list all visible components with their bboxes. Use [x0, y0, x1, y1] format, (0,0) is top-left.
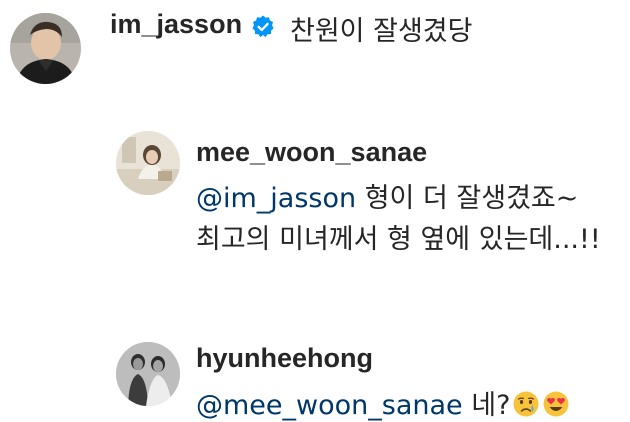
reply2-text: 네?	[462, 390, 511, 421]
reply2-username[interactable]: hyunheehong	[196, 343, 373, 374]
sad-tear-emoji-icon	[512, 390, 540, 418]
avatar-hyunheehong[interactable]	[116, 342, 180, 406]
reply2-text-line: @mee_woon_sanae 네?	[196, 383, 570, 422]
reply1-username[interactable]: mee_woon_sanae	[196, 137, 427, 168]
reply1-line1: @im_jasson 형이 더 잘생겼죠~	[196, 176, 578, 215]
avatar-im-jasson[interactable]	[10, 13, 81, 84]
reply1-line1-text: 형이 더 잘생겼죠~	[356, 183, 579, 214]
reply1-line2: 최고의 미녀께서 형 옆에 있는데...!!	[196, 224, 601, 255]
verified-badge-icon	[250, 14, 276, 40]
comment-username[interactable]: im_jasson	[110, 9, 242, 40]
avatar-mee-woon-sanae[interactable]	[116, 131, 180, 195]
reply2-mention[interactable]: @mee_woon_sanae	[196, 390, 463, 421]
comment-text: 찬원이 잘생겼당	[290, 16, 473, 47]
reply1-mention[interactable]: @im_jasson	[196, 183, 356, 214]
heart-eyes-emoji-icon	[542, 390, 570, 418]
